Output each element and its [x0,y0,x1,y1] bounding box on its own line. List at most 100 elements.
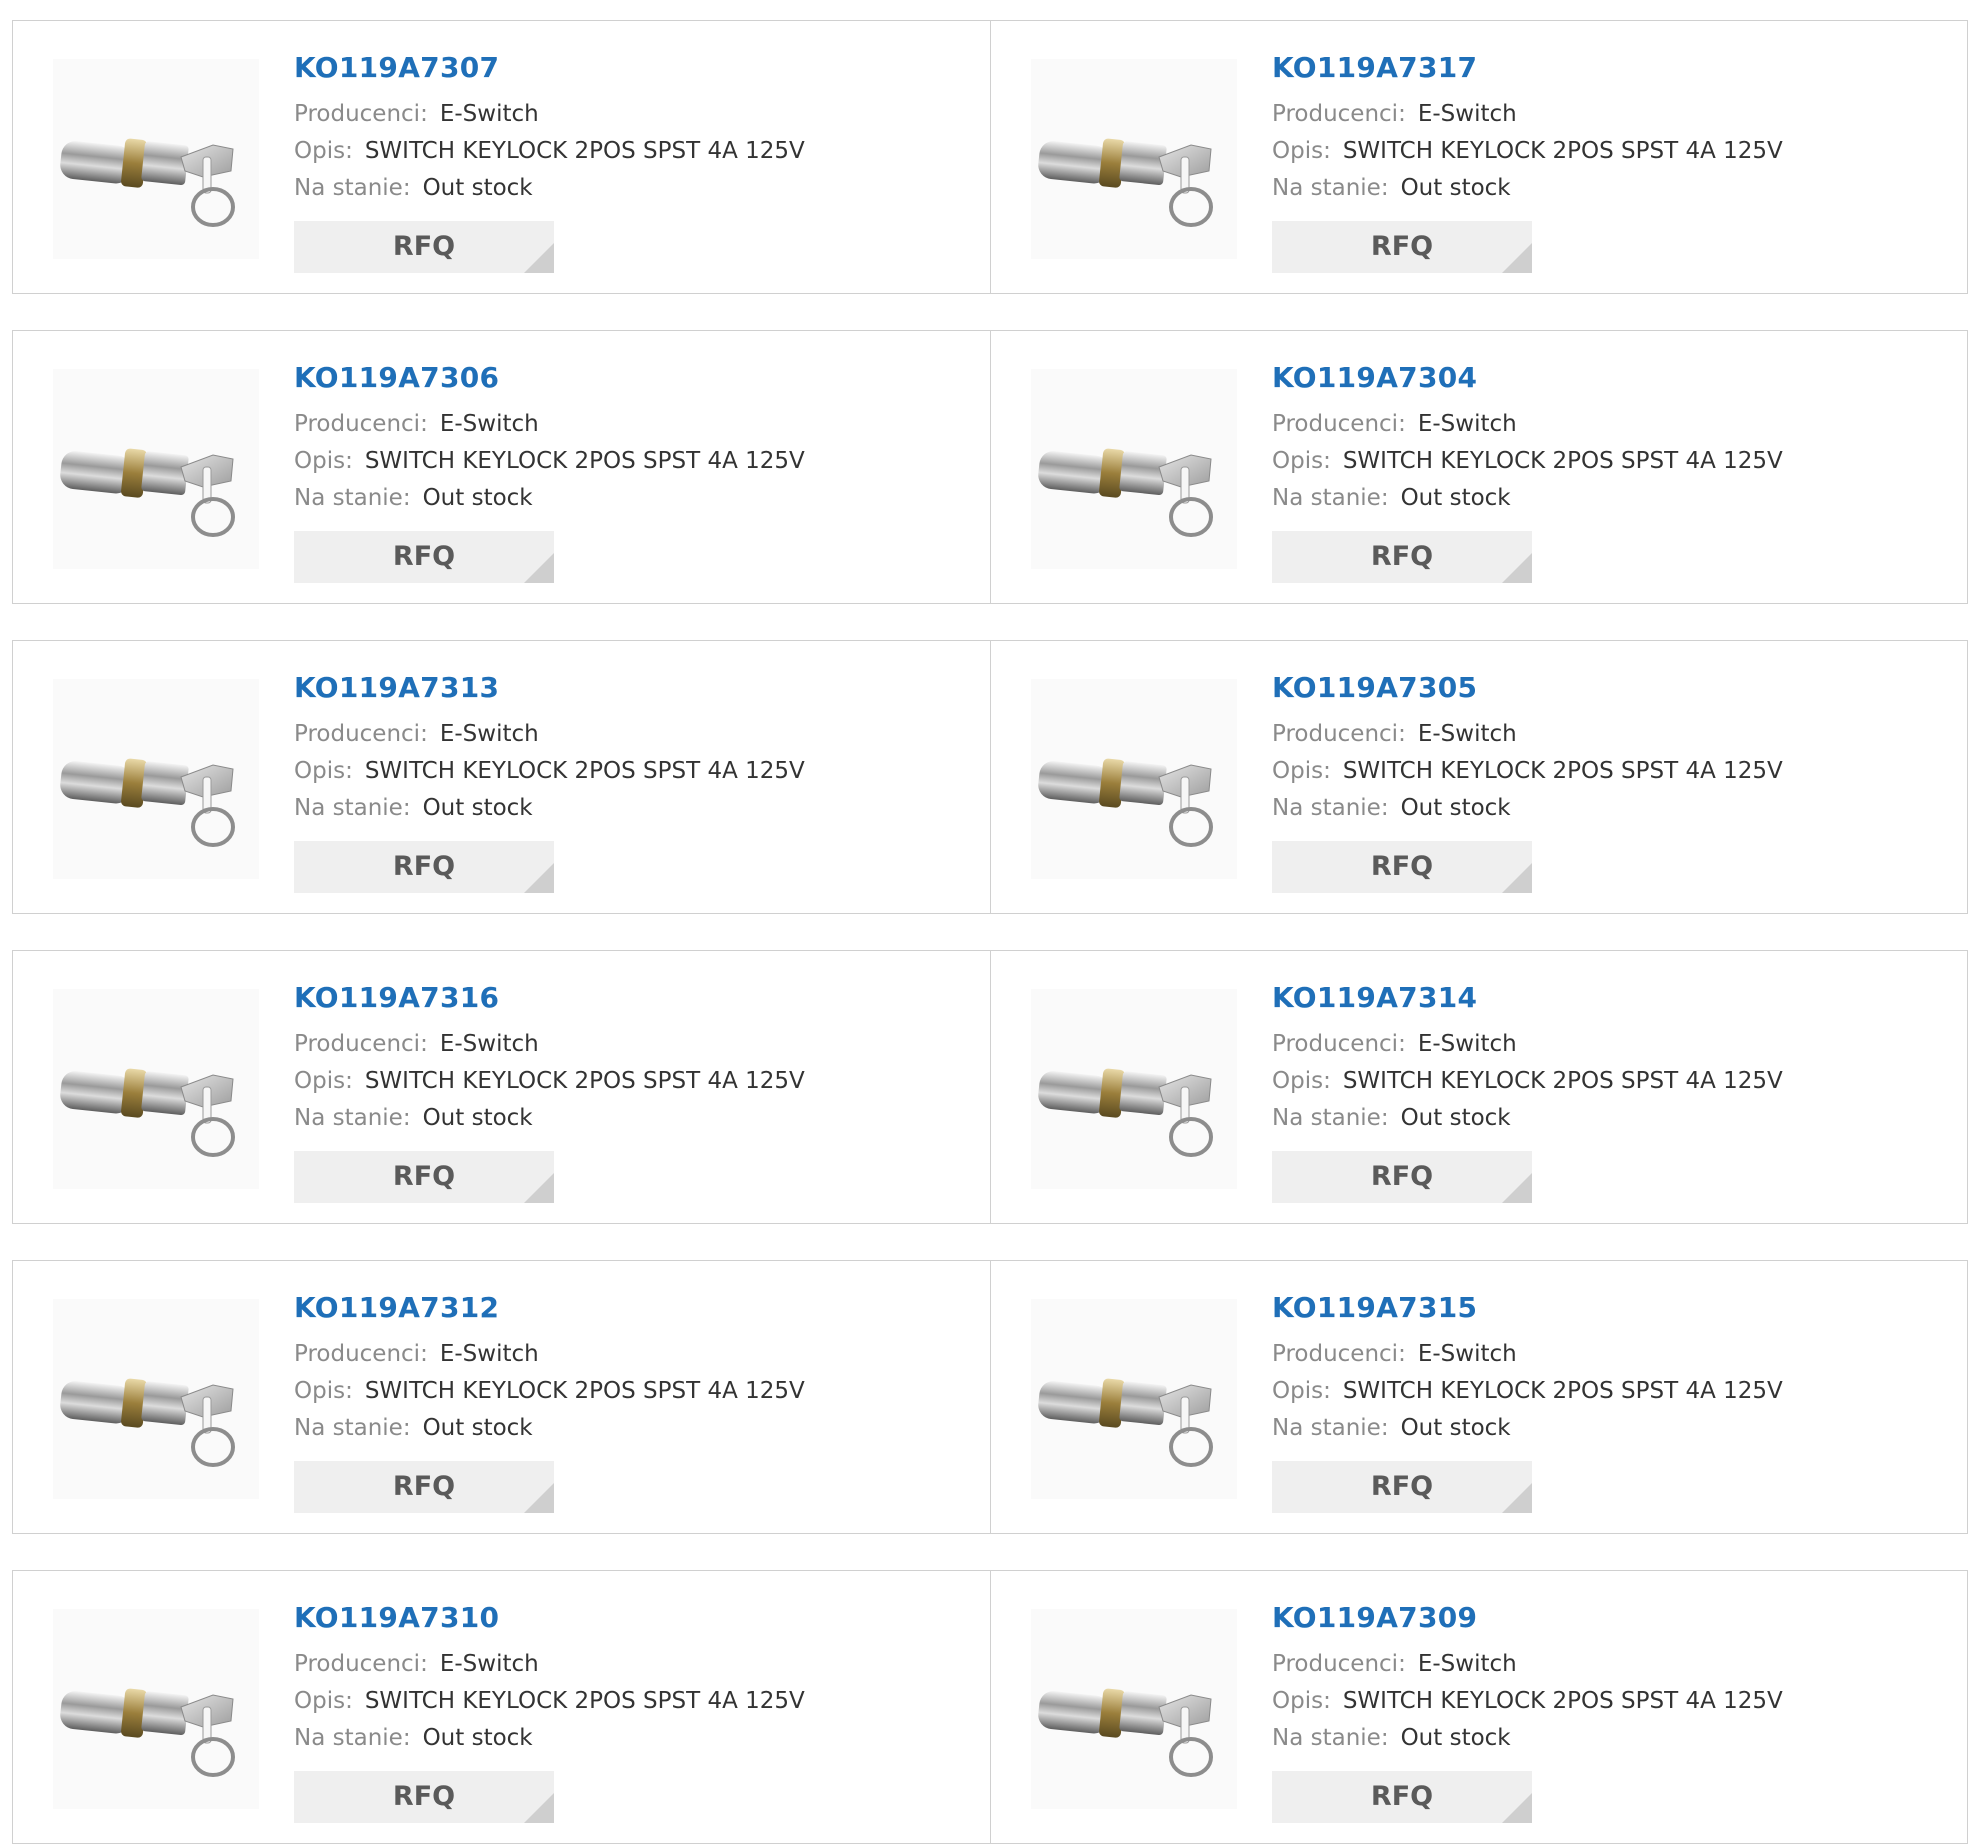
description-value: SWITCH KEYLOCK 2POS SPST 4A 125V [364,448,805,474]
product-image[interactable] [1031,989,1237,1189]
part-number-link[interactable]: KO119A7316 [294,981,499,1014]
description-value: SWITCH KEYLOCK 2POS SPST 4A 125V [364,1688,805,1714]
rfq-button[interactable]: RFQ [1272,221,1532,273]
stock-line: Na stanie: Out stock [1272,175,1511,201]
manufacturer-line: Producenci: E-Switch [294,1341,539,1367]
keylock-switch-icon [1038,1068,1213,1157]
part-number-link[interactable]: KO119A7309 [1272,1601,1477,1634]
product-image[interactable] [53,1299,259,1499]
rfq-button[interactable]: RFQ [1272,1151,1532,1203]
manufacturer-link[interactable]: E-Switch [440,1031,539,1057]
rfq-button[interactable]: RFQ [294,1461,554,1513]
rfq-button-label: RFQ [1370,231,1434,262]
rfq-button[interactable]: RFQ [294,1151,554,1203]
manufacturer-line: Producenci: E-Switch [1272,1031,1517,1057]
description-label: Opis: [294,1068,353,1094]
rfq-button-label: RFQ [1370,1781,1434,1812]
manufacturer-link[interactable]: E-Switch [1418,1651,1517,1677]
keylock-switch-icon [60,138,235,227]
description-value: SWITCH KEYLOCK 2POS SPST 4A 125V [364,138,805,164]
product-image[interactable] [1031,369,1237,569]
product-image[interactable] [53,1609,259,1809]
part-number-link[interactable]: KO119A7310 [294,1601,499,1634]
manufacturer-link[interactable]: E-Switch [1418,101,1517,127]
keylock-switch-icon [60,1068,235,1157]
product-image[interactable] [53,59,259,259]
stock-value: Out stock [422,175,533,201]
manufacturer-link[interactable]: E-Switch [440,101,539,127]
manufacturer-link[interactable]: E-Switch [440,721,539,747]
rfq-button-label: RFQ [392,1161,456,1192]
product-image[interactable] [53,989,259,1189]
description-label: Opis: [294,138,353,164]
description-line: Opis: SWITCH KEYLOCK 2POS SPST 4A 125V [1272,1688,1783,1714]
part-number-link[interactable]: KO119A7304 [1272,361,1477,394]
product-image[interactable] [1031,1299,1237,1499]
manufacturer-link[interactable]: E-Switch [440,1341,539,1367]
rfq-button-label: RFQ [392,541,456,572]
manufacturer-line: Producenci: E-Switch [294,411,539,437]
product-card: KO119A7304 Producenci: E-Switch Opis: SWIT… [991,331,1968,603]
product-card: KO119A7312 Producenci: E-Switch Opis: SWIT… [13,1261,990,1533]
stock-value: Out stock [422,1725,533,1751]
manufacturer-line: Producenci: E-Switch [294,101,539,127]
rfq-button-label: RFQ [392,231,456,262]
rfq-button[interactable]: RFQ [294,1771,554,1823]
description-line: Opis: SWITCH KEYLOCK 2POS SPST 4A 125V [294,1688,805,1714]
part-number-link[interactable]: KO119A7315 [1272,1291,1477,1324]
rfq-button-label: RFQ [1370,851,1434,882]
manufacturer-line: Producenci: E-Switch [1272,411,1517,437]
description-value: SWITCH KEYLOCK 2POS SPST 4A 125V [1342,1688,1783,1714]
part-number-link[interactable]: KO119A7305 [1272,671,1477,704]
description-line: Opis: SWITCH KEYLOCK 2POS SPST 4A 125V [294,448,805,474]
product-image[interactable] [53,679,259,879]
product-row: KO119A7312 Producenci: E-Switch Opis: SWIT… [12,1260,1968,1534]
product-grid: KO119A7307 Producenci: E-Switch Opis: SWIT… [0,0,1974,1844]
manufacturer-link[interactable]: E-Switch [1418,721,1517,747]
stock-label: Na stanie: [1272,795,1389,821]
keylock-switch-icon [1038,448,1213,537]
part-number-link[interactable]: KO119A7313 [294,671,499,704]
stock-line: Na stanie: Out stock [294,795,533,821]
product-image[interactable] [1031,1609,1237,1809]
part-number-link[interactable]: KO119A7312 [294,1291,499,1324]
stock-line: Na stanie: Out stock [294,1725,533,1751]
product-card: KO119A7316 Producenci: E-Switch Opis: SWIT… [13,951,990,1223]
keylock-switch-icon [60,1688,235,1777]
rfq-button[interactable]: RFQ [294,531,554,583]
rfq-button-label: RFQ [1370,1471,1434,1502]
manufacturer-link[interactable]: E-Switch [440,1651,539,1677]
rfq-button[interactable]: RFQ [294,841,554,893]
description-line: Opis: SWITCH KEYLOCK 2POS SPST 4A 125V [294,1378,805,1404]
product-image[interactable] [1031,59,1237,259]
stock-label: Na stanie: [294,175,411,201]
part-number-link[interactable]: KO119A7314 [1272,981,1477,1014]
description-label: Opis: [294,758,353,784]
manufacturer-line: Producenci: E-Switch [1272,1651,1517,1677]
rfq-button[interactable]: RFQ [1272,1461,1532,1513]
part-number-link[interactable]: KO119A7306 [294,361,499,394]
corner-fold-icon [524,863,554,893]
manufacturer-link[interactable]: E-Switch [1418,1031,1517,1057]
description-label: Opis: [1272,448,1331,474]
manufacturer-link[interactable]: E-Switch [1418,411,1517,437]
description-label: Opis: [1272,138,1331,164]
stock-line: Na stanie: Out stock [294,1105,533,1131]
manufacturer-link[interactable]: E-Switch [440,411,539,437]
rfq-button[interactable]: RFQ [1272,1771,1532,1823]
description-line: Opis: SWITCH KEYLOCK 2POS SPST 4A 125V [294,138,805,164]
stock-value: Out stock [1400,175,1511,201]
part-number-link[interactable]: KO119A7307 [294,51,499,84]
stock-label: Na stanie: [294,1105,411,1131]
part-number-link[interactable]: KO119A7317 [1272,51,1477,84]
product-row: KO119A7306 Producenci: E-Switch Opis: SWIT… [12,330,1968,604]
corner-fold-icon [524,243,554,273]
manufacturer-link[interactable]: E-Switch [1418,1341,1517,1367]
product-image[interactable] [1031,679,1237,879]
product-image[interactable] [53,369,259,569]
corner-fold-icon [524,1483,554,1513]
rfq-button[interactable]: RFQ [1272,841,1532,893]
rfq-button-label: RFQ [1370,1161,1434,1192]
rfq-button[interactable]: RFQ [1272,531,1532,583]
rfq-button[interactable]: RFQ [294,221,554,273]
